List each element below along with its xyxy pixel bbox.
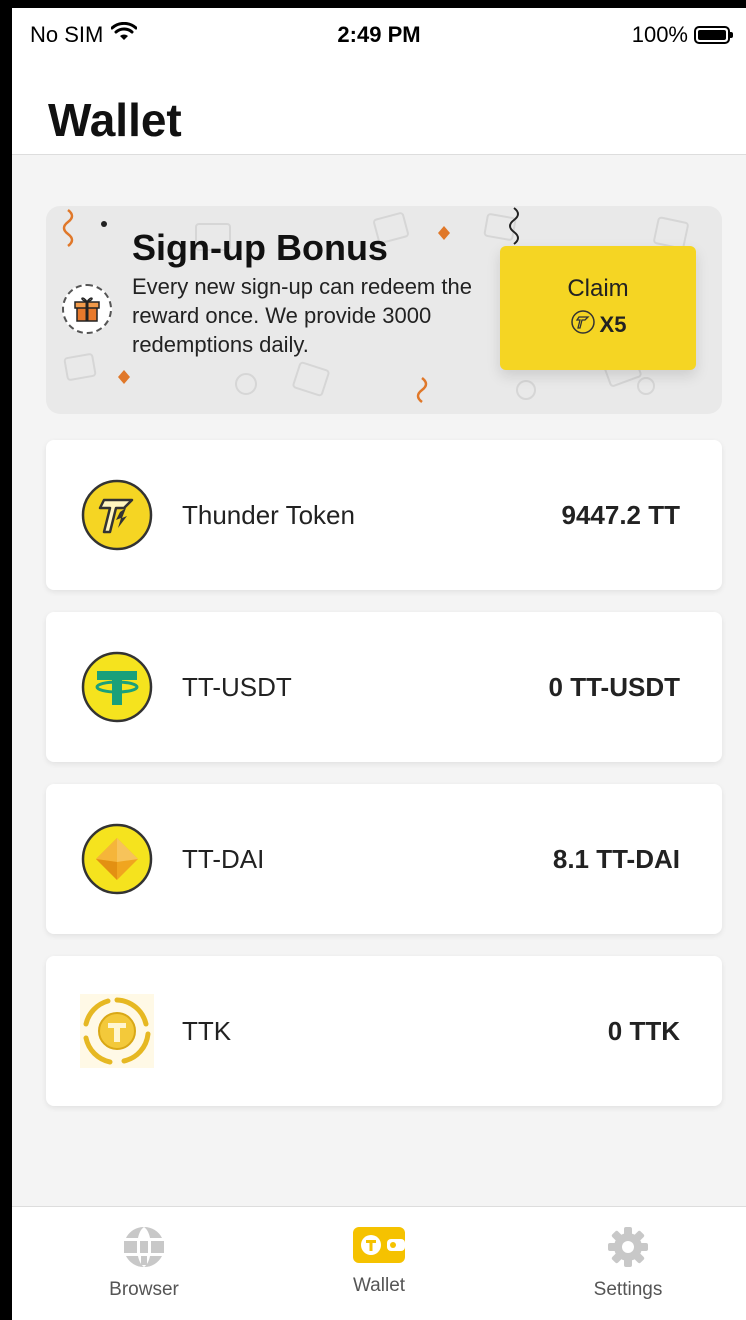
status-right: 100% [631, 22, 733, 48]
bonus-description: Every new sign-up can redeem the reward … [132, 274, 472, 357]
claim-multiplier: X5 [599, 312, 627, 337]
token-list: Thunder Token 9447.2 TT TT-USDT 0 TT-USD… [46, 440, 722, 1128]
page-title: Wallet [48, 94, 182, 146]
tab-bar: Browser Wallet Settings [12, 1206, 746, 1320]
tab-wallet[interactable]: Wallet [299, 1225, 459, 1297]
token-card-ttk[interactable]: TTK 0 TTK [46, 956, 722, 1106]
battery-percent: 100% [631, 22, 688, 47]
gift-icon [62, 284, 112, 334]
token-card-tt-usdt[interactable]: TT-USDT 0 TT-USDT [46, 612, 722, 762]
token-balance: 0 TT-USDT [548, 672, 680, 702]
page-header: Wallet [12, 60, 746, 155]
dai-icon [81, 823, 153, 895]
thunder-token-icon [81, 479, 153, 551]
tether-icon [81, 651, 153, 723]
token-balance: 9447.2 TT [561, 500, 680, 530]
claim-label: Claim [567, 275, 629, 302]
token-card-thunder-token[interactable]: Thunder Token 9447.2 TT [46, 440, 722, 590]
tab-label: Settings [593, 1279, 663, 1300]
ttk-icon [80, 994, 154, 1068]
claim-button[interactable]: Claim X5 [500, 246, 696, 370]
tab-label: Wallet [352, 1275, 406, 1296]
token-balance: 0 TTK [607, 1016, 680, 1046]
wallet-screen: No SIM 2:49 PM 100% Wallet Sign-up Bonus… [12, 8, 746, 1320]
token-card-tt-dai[interactable]: TT-DAI 8.1 TT-DAI [46, 784, 722, 934]
tab-browser[interactable]: Browser [64, 1225, 224, 1301]
signup-bonus-banner: Sign-up Bonus Every new sign-up can rede… [46, 206, 722, 414]
claim-reward: X5 [570, 309, 627, 341]
thunder-token-icon [570, 309, 596, 341]
wallet-icon [353, 1227, 405, 1263]
token-name: TT-USDT [182, 672, 292, 702]
battery-icon [694, 26, 733, 44]
token-balance: 8.1 TT-DAI [552, 844, 680, 874]
token-name: TT-DAI [182, 844, 265, 874]
globe-icon [124, 1226, 164, 1268]
tab-settings[interactable]: Settings [548, 1225, 708, 1301]
token-name: TTK [182, 1016, 232, 1046]
token-name: Thunder Token [182, 500, 355, 530]
bonus-title: Sign-up Bonus [132, 227, 388, 268]
tab-label: Browser [109, 1279, 179, 1300]
gear-icon [608, 1227, 648, 1267]
status-bar: No SIM 2:49 PM 100% [12, 8, 746, 60]
